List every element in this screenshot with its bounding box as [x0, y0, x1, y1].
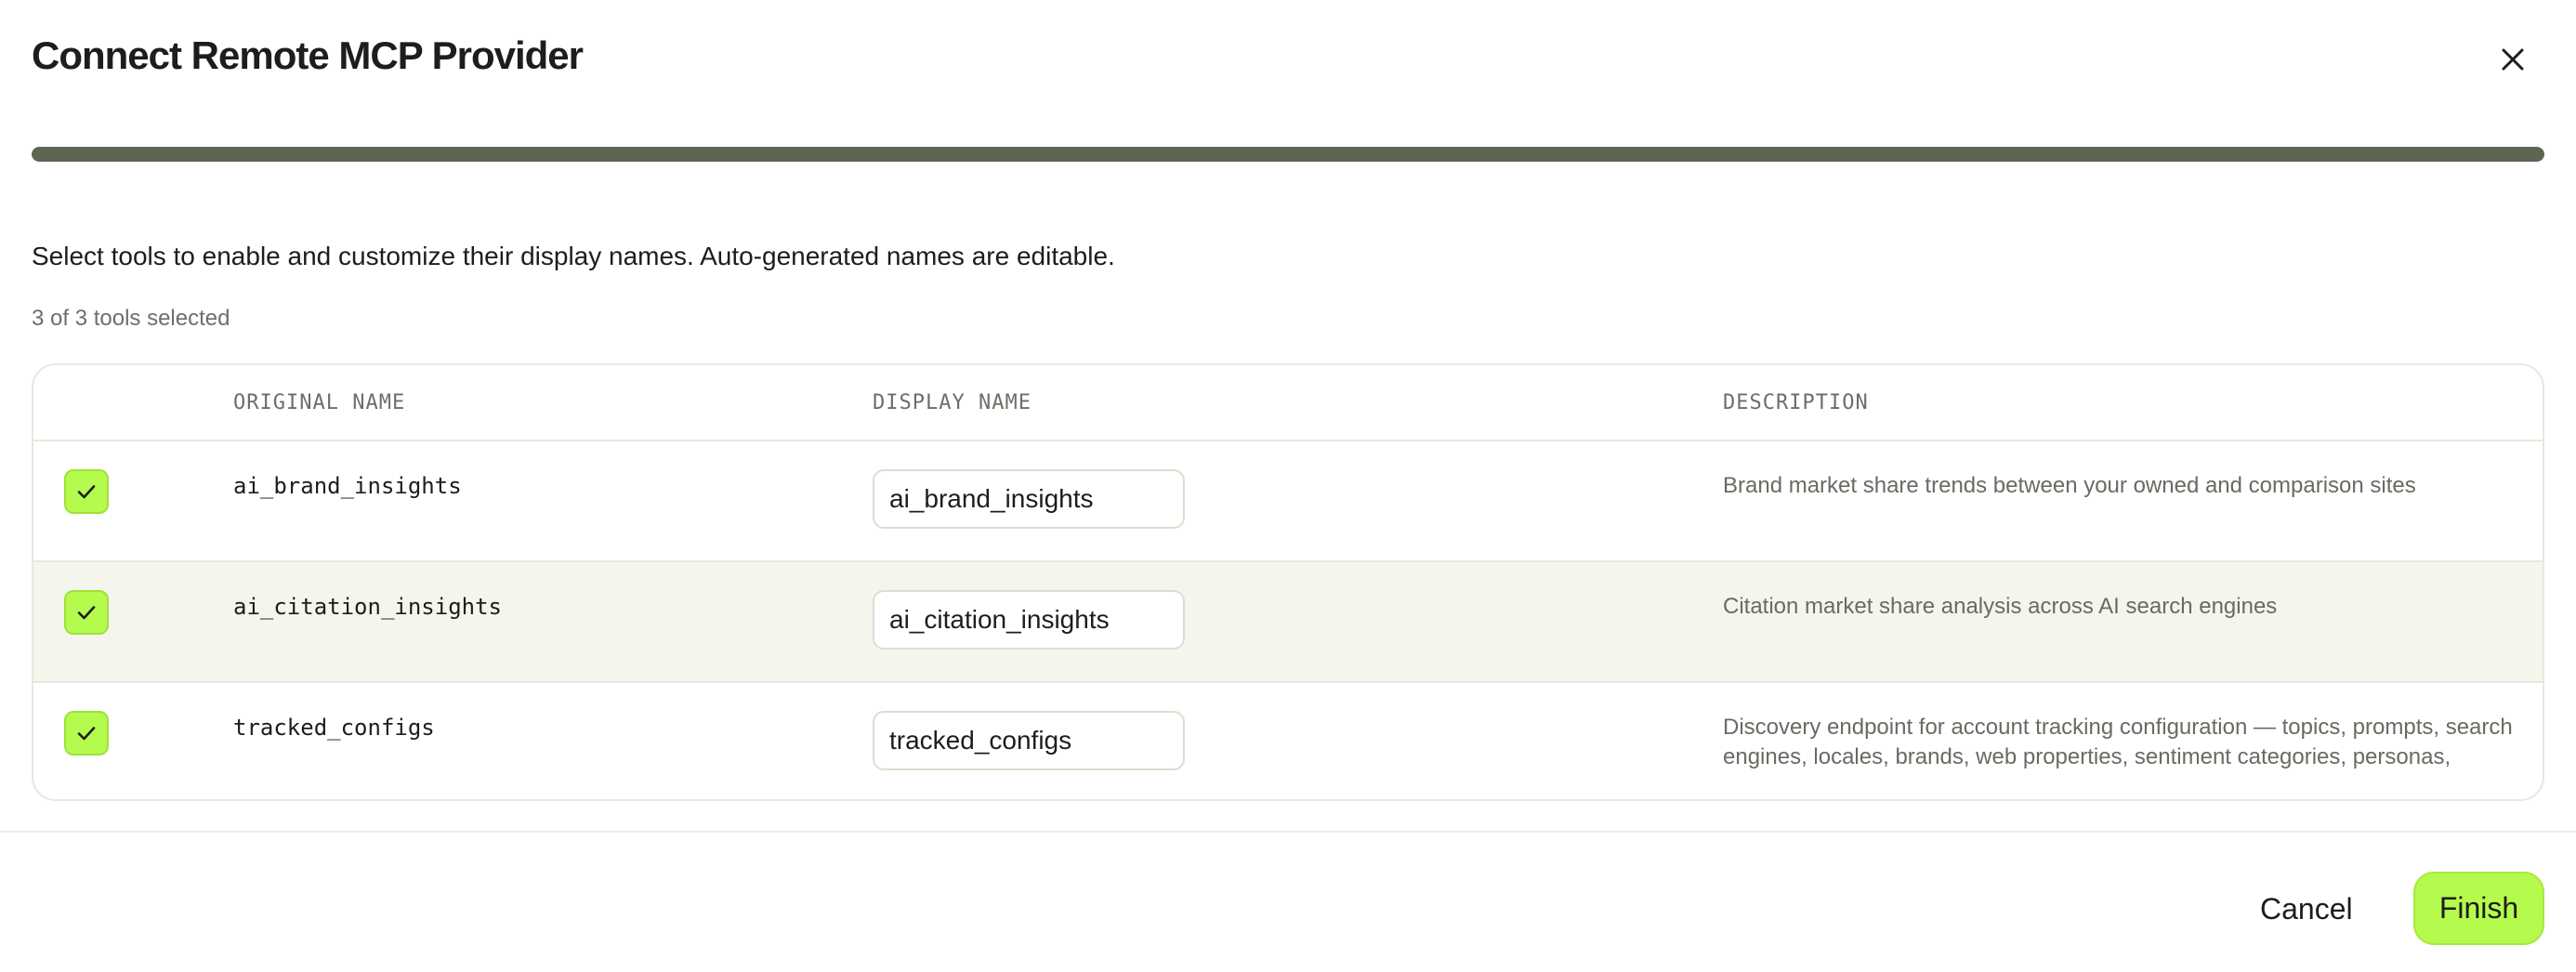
table-header: ORIGINAL NAME DISPLAY NAME DESCRIPTION [33, 365, 2543, 441]
check-icon [77, 485, 96, 499]
header-display-name: DISPLAY NAME [873, 391, 1032, 414]
dialog-title: Connect Remote MCP Provider [32, 33, 584, 77]
progress-bar [32, 147, 2544, 162]
display-name-input[interactable] [873, 711, 1185, 770]
tools-table: ORIGINAL NAME DISPLAY NAME DESCRIPTION a… [32, 363, 2544, 801]
tool-checkbox[interactable] [64, 469, 109, 514]
instructions-text: Select tools to enable and customize the… [32, 242, 1115, 270]
original-name: ai_citation_insights [233, 594, 502, 620]
tool-description: Citation market share analysis across AI… [1723, 594, 2278, 619]
tool-checkbox[interactable] [64, 711, 109, 755]
finish-button[interactable]: Finish [2413, 872, 2544, 945]
original-name: ai_brand_insights [233, 473, 462, 499]
header-description: DESCRIPTION [1723, 391, 1869, 414]
tool-description: Brand market share trends between your o… [1723, 473, 2416, 498]
tool-checkbox[interactable] [64, 590, 109, 635]
table-row: tracked_configs Discovery endpoint for a… [33, 683, 2543, 799]
progress-bar-fill [32, 147, 2544, 162]
check-icon [77, 606, 96, 620]
display-name-input[interactable] [873, 469, 1185, 529]
header-original-name: ORIGINAL NAME [233, 391, 406, 414]
close-icon [2502, 48, 2524, 71]
check-icon [77, 727, 96, 741]
selected-count: 3 of 3 tools selected [32, 306, 230, 331]
tool-description: Discovery endpoint for account tracking … [1723, 715, 2513, 769]
connect-provider-dialog: Connect Remote MCP Provider Select tools… [0, 0, 2576, 972]
original-name: tracked_configs [233, 715, 435, 741]
close-button[interactable] [2491, 37, 2535, 82]
footer-divider [0, 831, 2576, 833]
cancel-button[interactable]: Cancel [2240, 873, 2373, 945]
table-row: ai_brand_insights Brand market share tre… [33, 441, 2543, 562]
table-row: ai_citation_insights Citation market sha… [33, 562, 2543, 683]
display-name-input[interactable] [873, 590, 1185, 650]
